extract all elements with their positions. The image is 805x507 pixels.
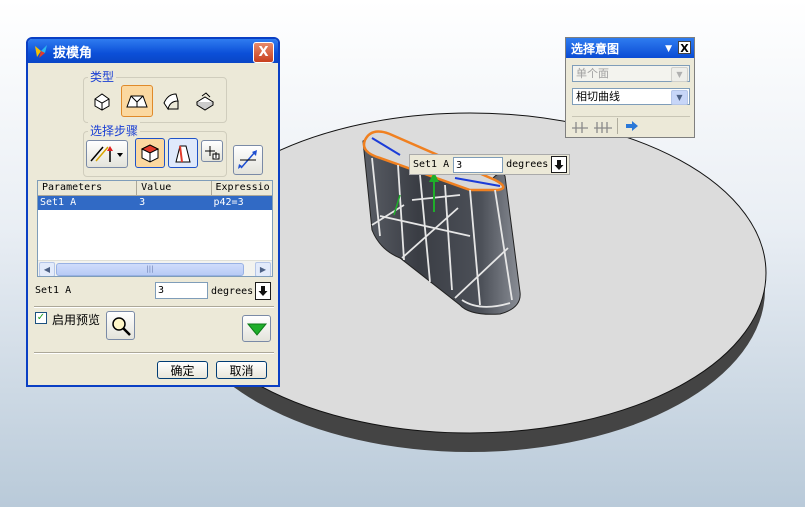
point-constructor-icon — [205, 146, 220, 160]
expand-more-button[interactable] — [242, 315, 271, 342]
fixed-plane-button[interactable] — [135, 138, 165, 168]
draft-direction-button[interactable] — [86, 140, 128, 168]
dialog-close-button[interactable]: X — [253, 42, 274, 63]
enable-preview-checkbox[interactable]: ✓ — [35, 312, 47, 324]
chevron-down-icon — [246, 323, 267, 336]
draft-parting-edge-icon — [196, 92, 214, 111]
parameters-table[interactable]: Parameters Value Expressio Set1 A 3 p42=… — [37, 180, 273, 277]
app-logo-icon — [35, 45, 47, 58]
enable-preview-label: 启用预览 — [52, 313, 101, 327]
selection-steps-label: 选择步骤 — [88, 122, 141, 139]
dialog-title-bar[interactable]: 拔模角 — [28, 39, 278, 63]
chevron-down-icon: ▼ — [671, 67, 688, 82]
draft-dialog: 拔模角 X 类型 选择步骤 Parameters Value Expressio… — [26, 37, 280, 387]
separator — [34, 306, 274, 308]
cancel-button[interactable]: 取消 — [216, 361, 267, 379]
stop-at-intersection-icon[interactable] — [572, 120, 588, 134]
table-cell: p42=3 — [213, 197, 244, 208]
down-arrow-icon — [554, 159, 564, 170]
draft-direction-icon — [90, 146, 123, 162]
units-menu-button[interactable] — [255, 282, 271, 300]
curve-rule-value: 相切曲线 — [576, 90, 620, 103]
draft-from-edges-icon — [126, 95, 148, 108]
draft-faces-icon — [175, 145, 191, 163]
ok-button[interactable]: 确定 — [157, 361, 208, 379]
on-graphics-unit: degrees — [506, 159, 549, 170]
parameter-unit: degrees — [211, 286, 254, 297]
draft-parting-edge-button[interactable] — [191, 87, 219, 115]
column-header-parameters[interactable]: Parameters — [38, 181, 138, 195]
separator — [34, 352, 274, 354]
reverse-direction-button[interactable] — [233, 145, 263, 175]
selection-intent-title: 选择意图 — [571, 41, 620, 56]
draft-from-edges-button[interactable] — [121, 85, 153, 117]
draft-faces-button[interactable] — [168, 138, 198, 168]
down-arrow-icon — [258, 286, 268, 296]
dialog-title: 拔模角 — [53, 45, 93, 61]
face-rule-dropdown: 单个面 ▼ — [572, 65, 690, 82]
type-group-label: 类型 — [88, 68, 117, 85]
show-result-button[interactable] — [106, 311, 135, 340]
on-graphics-input-box: Set1 A 3 degrees — [409, 154, 571, 175]
table-cell: 3 — [139, 197, 146, 208]
follow-fillet-icon[interactable] — [594, 120, 612, 134]
selection-intent-close-button[interactable]: X — [678, 41, 691, 55]
table-horizontal-scrollbar[interactable]: ◀ ||| ▶ — [38, 260, 272, 276]
scroll-right-button[interactable]: ▶ — [255, 262, 271, 276]
parameter-value-input[interactable]: 3 — [155, 282, 208, 299]
draft-from-plane-icon — [94, 93, 110, 111]
parameter-label: Set1 A — [35, 285, 72, 296]
table-cell: Set1 A — [40, 197, 77, 208]
reverse-direction-icon — [238, 150, 257, 169]
chevron-down-icon[interactable]: ▼ — [671, 90, 688, 105]
table-row[interactable]: Set1 A 3 p42=3 — [38, 196, 272, 210]
scroll-thumb[interactable]: ||| — [56, 263, 244, 276]
draft-from-plane-button[interactable] — [88, 87, 116, 115]
separator — [617, 118, 618, 134]
on-graphics-units-menu-button[interactable] — [551, 156, 568, 173]
curve-rule-dropdown[interactable]: 相切曲线 ▼ — [572, 88, 690, 105]
face-rule-value: 单个面 — [576, 67, 609, 80]
point-constructor-button[interactable] — [201, 140, 223, 162]
separator — [572, 116, 690, 117]
on-graphics-label: Set1 A — [413, 159, 450, 170]
draft-tangent-faces-button[interactable] — [157, 87, 185, 115]
table-header: Parameters Value Expressio — [38, 181, 272, 196]
panel-menu-icon[interactable]: ▼ — [665, 44, 672, 54]
on-graphics-value-input[interactable]: 3 — [453, 156, 504, 173]
scroll-left-button[interactable]: ◀ — [39, 262, 55, 276]
magnifier-icon — [111, 316, 131, 336]
fixed-plane-icon — [140, 144, 160, 163]
selection-intent-panel: 选择意图 ▼ X 单个面 ▼ 相切曲线 ▼ — [565, 37, 695, 138]
column-header-value[interactable]: Value — [137, 181, 212, 195]
column-header-expression[interactable]: Expressio — [212, 181, 272, 195]
right-arrow-icon[interactable] — [625, 120, 639, 132]
draft-tangent-faces-icon — [163, 93, 179, 111]
selection-intent-title-bar[interactable]: 选择意图 ▼ X — [566, 38, 694, 58]
